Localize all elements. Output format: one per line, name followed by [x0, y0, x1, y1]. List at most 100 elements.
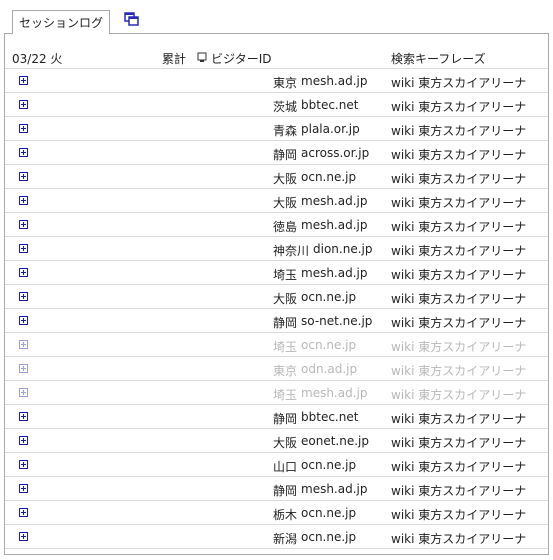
search-phrase-cell: wiki 東方スカイアリーナ — [391, 124, 527, 138]
table-row[interactable]: 徳島 mesh.ad.jp wiki 東方スカイアリーナ — [5, 213, 548, 237]
host-cell: so-net.ne.jp — [301, 314, 373, 328]
host-cell: mesh.ad.jp — [301, 74, 368, 88]
expand-icon[interactable] — [19, 508, 28, 517]
expand-icon[interactable] — [19, 268, 28, 277]
search-phrase-cell: wiki 東方スカイアリーナ — [391, 268, 527, 282]
table-row[interactable]: 埼玉 mesh.ad.jp wiki 東方スカイアリーナ — [5, 261, 548, 285]
host-cell: ocn.ne.jp — [301, 290, 357, 304]
expand-icon[interactable] — [19, 220, 28, 229]
prefecture-cell: 大阪 — [273, 172, 298, 186]
host-cell: bbtec.net — [301, 410, 359, 424]
table-row[interactable]: 栃木 ocn.ne.jp wiki 東方スカイアリーナ — [5, 501, 548, 525]
prefecture-cell: 埼玉 — [273, 268, 298, 282]
expand-icon[interactable] — [19, 124, 28, 133]
search-phrase-cell: wiki 東方スカイアリーナ — [391, 316, 527, 330]
header-visitor-id: ビジターID — [211, 52, 272, 66]
table-row[interactable]: 大阪 mesh.ad.jp wiki 東方スカイアリーナ — [5, 189, 548, 213]
host-cell: mesh.ad.jp — [301, 218, 368, 232]
prefecture-cell: 埼玉 — [273, 340, 298, 354]
table-row[interactable]: 新潟 ocn.ne.jp wiki 東方スカイアリーナ — [5, 525, 548, 549]
search-phrase-cell: wiki 東方スカイアリーナ — [391, 148, 527, 162]
search-phrase-cell: wiki 東方スカイアリーナ — [391, 508, 527, 522]
search-phrase-cell: wiki 東方スカイアリーナ — [391, 412, 527, 426]
table-row[interactable]: 山口 ocn.ne.jp wiki 東方スカイアリーナ — [5, 453, 548, 477]
search-phrase-cell: wiki 東方スカイアリーナ — [391, 436, 527, 450]
expand-icon[interactable] — [19, 484, 28, 493]
host-cell: dion.ne.jp — [313, 242, 373, 256]
table-row[interactable]: 神奈川 dion.ne.jp wiki 東方スカイアリーナ — [5, 237, 548, 261]
expand-icon[interactable] — [19, 388, 28, 397]
host-cell: mesh.ad.jp — [301, 482, 368, 496]
expand-icon[interactable] — [19, 460, 28, 469]
table-row[interactable]: 青森 plala.or.jp wiki 東方スカイアリーナ — [5, 117, 548, 141]
prefecture-cell: 東京 — [273, 364, 298, 378]
prefecture-cell: 山口 — [273, 460, 298, 474]
host-cell: ocn.ne.jp — [301, 530, 357, 544]
expand-icon[interactable] — [19, 436, 28, 445]
expand-icon[interactable] — [19, 196, 28, 205]
expand-icon[interactable] — [19, 316, 28, 325]
copy-window-icon[interactable] — [124, 12, 140, 26]
host-cell: ocn.ne.jp — [301, 458, 357, 472]
search-phrase-cell: wiki 東方スカイアリーナ — [391, 172, 527, 186]
visitor-icon — [197, 52, 207, 62]
expand-icon[interactable] — [19, 76, 28, 85]
table-row[interactable]: 埼玉 ocn.ne.jp wiki 東方スカイアリーナ — [5, 333, 548, 357]
prefecture-cell: 静岡 — [273, 316, 298, 330]
search-phrase-cell: wiki 東方スカイアリーナ — [391, 364, 527, 378]
search-phrase-cell: wiki 東方スカイアリーナ — [391, 292, 527, 306]
session-log-panel: 03/22 火 累計 ビジターID 検索キーフレーズ 東京 mesh.ad.jp w… — [4, 33, 549, 555]
host-cell: mesh.ad.jp — [301, 194, 368, 208]
table-header: 03/22 火 累計 ビジターID 検索キーフレーズ — [5, 48, 548, 69]
table-row[interactable]: 静岡 across.or.jp wiki 東方スカイアリーナ — [5, 141, 548, 165]
prefecture-cell: 静岡 — [273, 412, 298, 426]
prefecture-cell: 徳島 — [273, 220, 298, 234]
tab-session-log[interactable]: セッションログ — [12, 10, 110, 34]
prefecture-cell: 青森 — [273, 124, 298, 138]
expand-icon[interactable] — [19, 244, 28, 253]
expand-icon[interactable] — [19, 172, 28, 181]
search-phrase-cell: wiki 東方スカイアリーナ — [391, 340, 527, 354]
prefecture-cell: 大阪 — [273, 436, 298, 450]
expand-icon[interactable] — [19, 364, 28, 373]
search-phrase-cell: wiki 東方スカイアリーナ — [391, 244, 527, 258]
expand-icon[interactable] — [19, 292, 28, 301]
search-phrase-cell: wiki 東方スカイアリーナ — [391, 484, 527, 498]
host-cell: mesh.ad.jp — [301, 386, 368, 400]
table-row[interactable]: 大阪 ocn.ne.jp wiki 東方スカイアリーナ — [5, 165, 548, 189]
header-search-phrase: 検索キーフレーズ — [391, 52, 486, 66]
table-row[interactable]: 東京 odn.ad.jp wiki 東方スカイアリーナ — [5, 357, 548, 381]
expand-icon[interactable] — [19, 412, 28, 421]
prefecture-cell: 大阪 — [273, 196, 298, 210]
host-cell: odn.ad.jp — [301, 362, 358, 376]
table-row[interactable]: 静岡 bbtec.net wiki 東方スカイアリーナ — [5, 405, 548, 429]
host-cell: plala.or.jp — [301, 122, 360, 136]
prefecture-cell: 神奈川 — [273, 244, 310, 258]
search-phrase-cell: wiki 東方スカイアリーナ — [391, 460, 527, 474]
table-row[interactable]: 埼玉 mesh.ad.jp wiki 東方スカイアリーナ — [5, 381, 548, 405]
host-cell: ocn.ne.jp — [301, 170, 357, 184]
host-cell: ocn.ne.jp — [301, 506, 357, 520]
search-phrase-cell: wiki 東方スカイアリーナ — [391, 100, 527, 114]
table-row[interactable]: 茨城 bbtec.net wiki 東方スカイアリーナ — [5, 93, 548, 117]
expand-icon[interactable] — [19, 340, 28, 349]
host-cell: across.or.jp — [301, 146, 370, 160]
prefecture-cell: 栃木 — [273, 508, 298, 522]
table-row[interactable]: 東京 mesh.ad.jp wiki 東方スカイアリーナ — [5, 69, 548, 93]
host-cell: mesh.ad.jp — [301, 266, 368, 280]
header-date: 03/22 火 — [12, 52, 63, 66]
expand-icon[interactable] — [19, 532, 28, 541]
session-rows: 東京 mesh.ad.jp wiki 東方スカイアリーナ 茨城 bbtec.net wik… — [5, 69, 548, 549]
prefecture-cell: 茨城 — [273, 100, 298, 114]
table-row[interactable]: 大阪 ocn.ne.jp wiki 東方スカイアリーナ — [5, 285, 548, 309]
prefecture-cell: 埼玉 — [273, 388, 298, 402]
prefecture-cell: 静岡 — [273, 148, 298, 162]
search-phrase-cell: wiki 東方スカイアリーナ — [391, 196, 527, 210]
prefecture-cell: 東京 — [273, 76, 298, 90]
host-cell: ocn.ne.jp — [301, 338, 357, 352]
expand-icon[interactable] — [19, 148, 28, 157]
expand-icon[interactable] — [19, 100, 28, 109]
table-row[interactable]: 大阪 eonet.ne.jp wiki 東方スカイアリーナ — [5, 429, 548, 453]
table-row[interactable]: 静岡 mesh.ad.jp wiki 東方スカイアリーナ — [5, 477, 548, 501]
table-row[interactable]: 静岡 so-net.ne.jp wiki 東方スカイアリーナ — [5, 309, 548, 333]
